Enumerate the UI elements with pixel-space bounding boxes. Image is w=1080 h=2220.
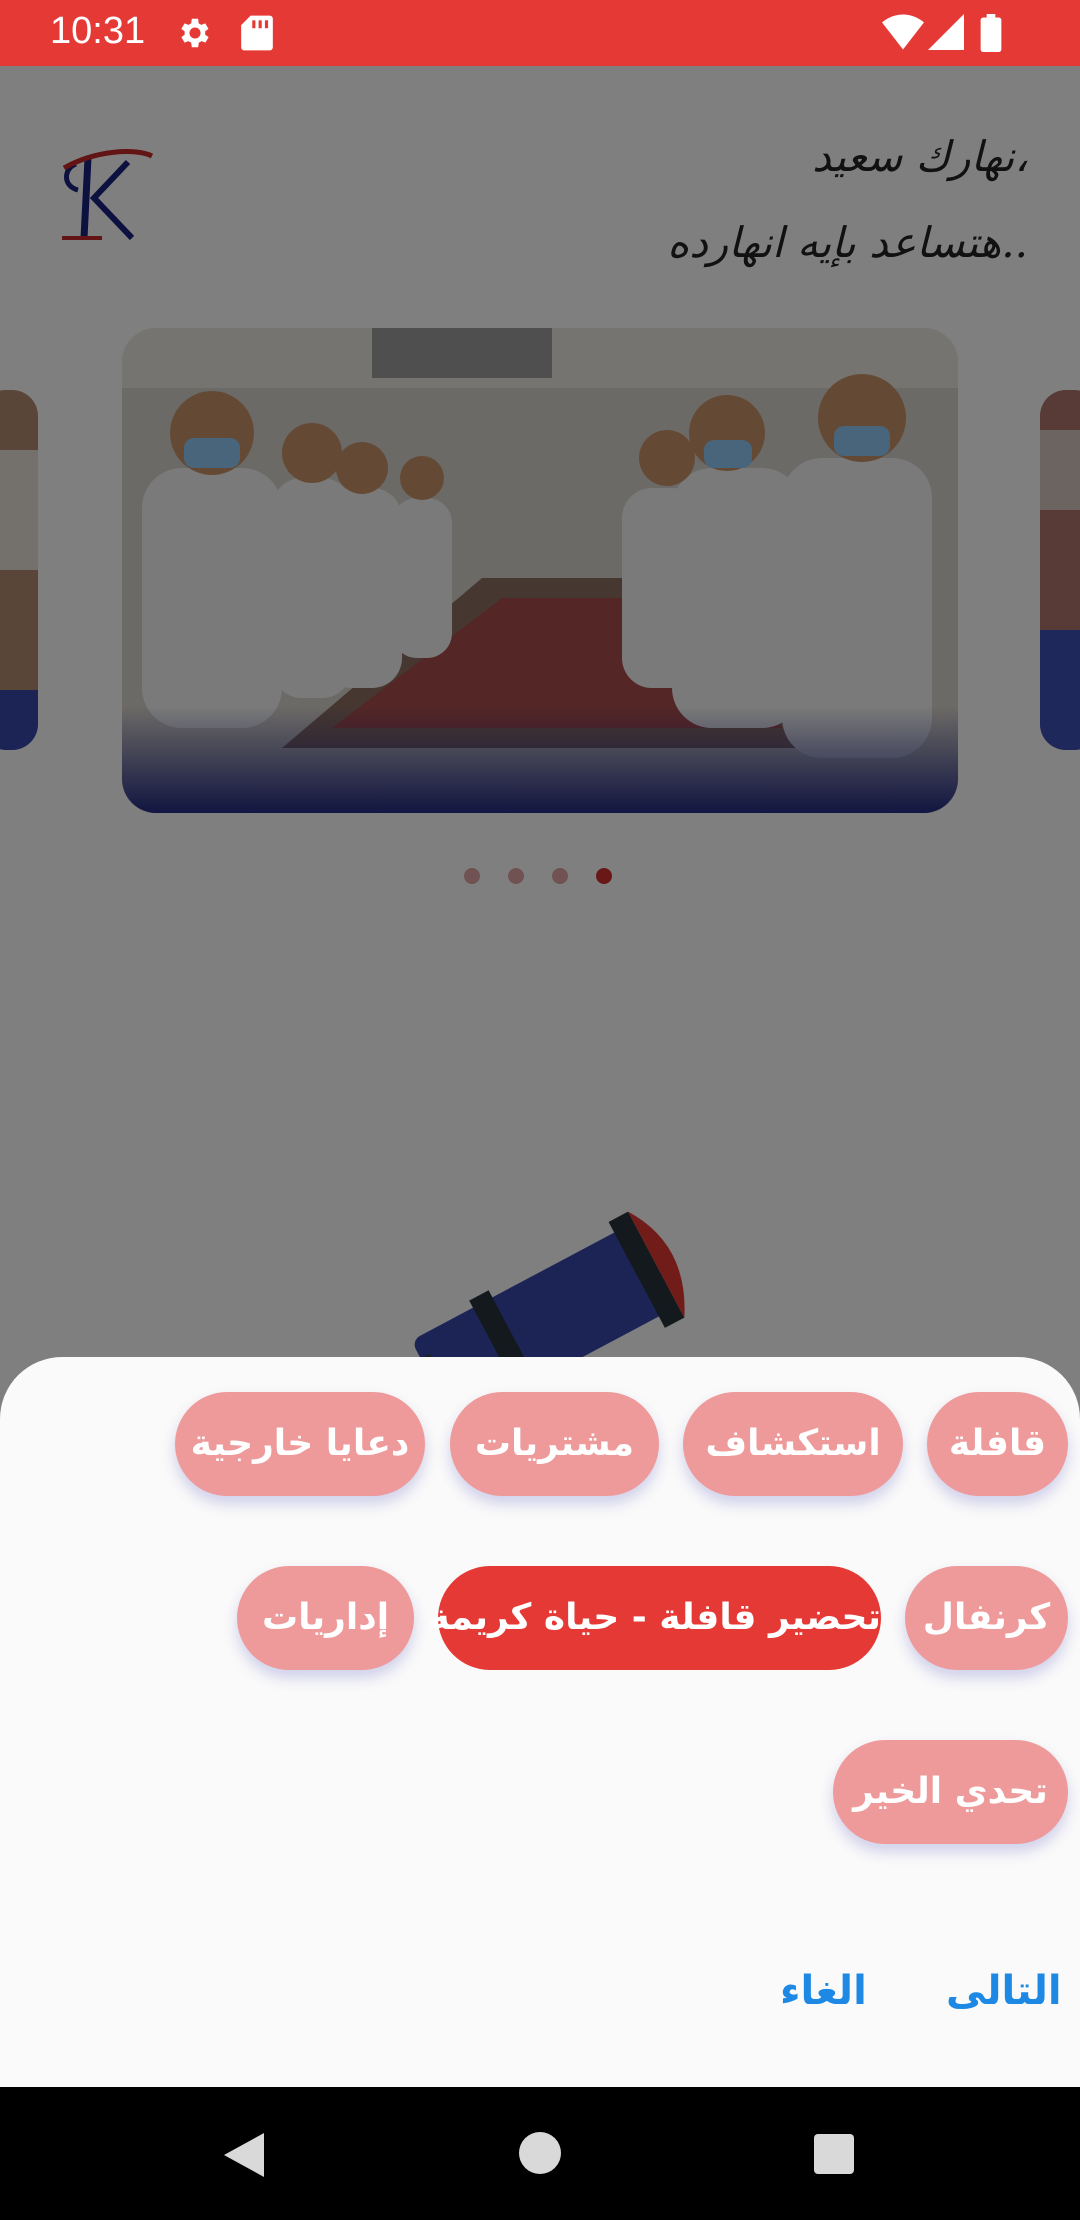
chip-carnival[interactable]: كرنفال: [905, 1566, 1068, 1670]
chip-good-challenge[interactable]: تحدي الخير: [833, 1740, 1068, 1844]
next-button[interactable]: التالى: [946, 1968, 1062, 2014]
chip-qafila[interactable]: قافلة: [927, 1392, 1068, 1496]
wifi-icon: [882, 14, 924, 54]
navigation-bar: [0, 2087, 1080, 2220]
chip-purchases[interactable]: مشتريات: [450, 1392, 659, 1496]
chip-external-ads[interactable]: دعايا خارجية: [175, 1392, 425, 1496]
gear-icon: [176, 14, 214, 56]
sd-card-icon: [240, 14, 274, 56]
recents-icon[interactable]: [813, 2133, 855, 2179]
chip-prepare-qafila-selected[interactable]: تحضير قافلة - حياة كريمة: [428, 1566, 881, 1670]
status-time: 10:31: [50, 10, 146, 52]
chip-administration[interactable]: إداريات: [237, 1566, 414, 1670]
signal-icon: [928, 14, 964, 54]
home-icon[interactable]: [518, 2131, 562, 2179]
battery-icon: [980, 14, 1002, 56]
chip-exploration[interactable]: استكشاف: [683, 1392, 903, 1496]
status-bar: 10:31: [0, 0, 1080, 66]
back-icon[interactable]: [222, 2131, 266, 2183]
cancel-button[interactable]: الغاء: [780, 1968, 867, 2014]
